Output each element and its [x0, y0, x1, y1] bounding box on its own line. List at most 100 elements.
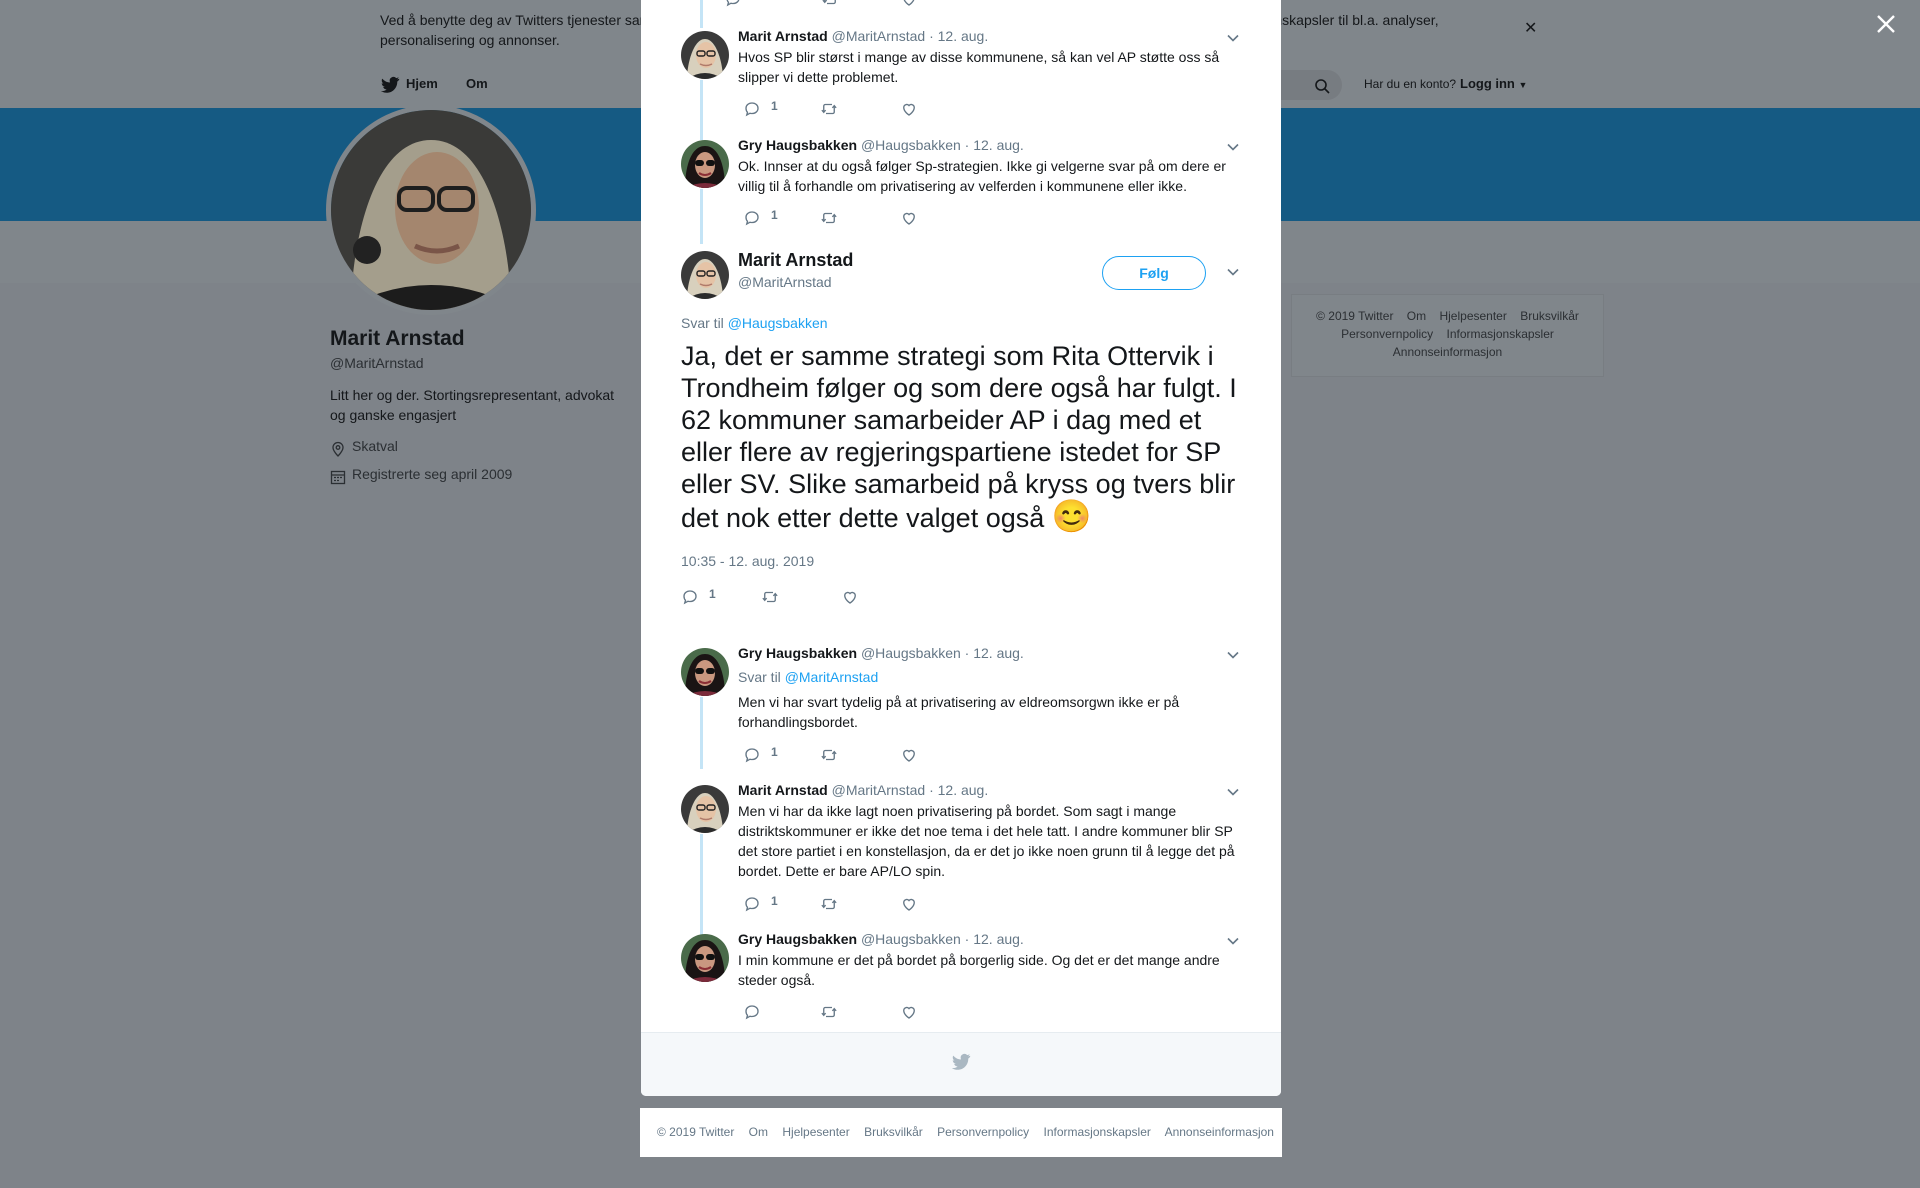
footer-link-privacy[interactable]: Personvernpolicy [937, 1125, 1029, 1139]
footer-link-cookies[interactable]: Informasjonskapsler [1044, 1125, 1151, 1139]
footer-link-help[interactable]: Hjelpesenter [1439, 309, 1506, 323]
like-icon [900, 209, 918, 227]
footer-link-ads-info[interactable]: Annonseinformasjon [1165, 1125, 1274, 1139]
author-name[interactable]: Gry Haugsbakken [738, 931, 857, 947]
author-handle[interactable]: @MaritArnstad [738, 274, 832, 290]
tweet-header: Gry Haugsbakken @Haugsbakken · 12. aug. [738, 137, 1024, 153]
smiling-face-emoji: 😊 [1051, 498, 1092, 534]
tweet-text: Men vi har da ikke lagt noen privatiseri… [738, 803, 1235, 879]
avatar[interactable] [681, 31, 729, 79]
reply-prefix: Svar til [738, 669, 781, 685]
tweet-text-content: Ja, det er samme strategi som Rita Otter… [681, 341, 1237, 533]
avatar[interactable] [681, 934, 729, 982]
footer-link-about[interactable]: Om [749, 1125, 768, 1139]
profile-name: Marit Arnstad [330, 327, 465, 350]
twitter-bird-icon [951, 1053, 971, 1071]
retweet-icon [820, 100, 838, 118]
tweet-text: I min kommune er det på bordet på borger… [738, 952, 1220, 988]
sidebar-footer: © 2019 Twitter Om Hjelpesenter Bruksvilk… [1291, 294, 1604, 377]
chevron-down-icon[interactable] [1226, 267, 1240, 277]
author-name[interactable]: Gry Haugsbakken [738, 645, 857, 661]
reply-icon [743, 100, 761, 118]
reply-mention-link[interactable]: @MaritArnstad [785, 669, 879, 685]
thread-line [700, 80, 703, 140]
like-icon [900, 895, 918, 913]
chevron-down-icon[interactable] [1226, 936, 1240, 946]
reply-prefix: Svar til [681, 315, 724, 331]
login-label: Logg inn [1460, 76, 1515, 91]
login-link[interactable]: Logg inn ▼ [1460, 76, 1527, 91]
retweet-icon [761, 588, 779, 606]
tweet-date[interactable]: · 12. aug. [965, 931, 1024, 947]
thread-line [700, 189, 703, 244]
chevron-down-icon[interactable] [1226, 787, 1240, 797]
tweet-header: Gry Haugsbakken @Haugsbakken · 12. aug. [738, 931, 1024, 947]
reply-count: 1 [771, 894, 778, 908]
footer-link-about[interactable]: Om [1407, 309, 1426, 323]
footer-link-terms[interactable]: Bruksvilkår [864, 1125, 923, 1139]
footer-copyright: © 2019 Twitter [1316, 309, 1394, 323]
author-handle[interactable]: @Haugsbakken [861, 137, 961, 153]
location-pin-icon [332, 441, 344, 457]
tweet-text: Ja, det er samme strategi som Rita Otter… [681, 340, 1241, 534]
close-modal-icon[interactable] [1874, 12, 1898, 36]
search-icon[interactable] [1314, 78, 1330, 94]
modal-footer [641, 1032, 1281, 1096]
follow-button[interactable]: Følg [1102, 256, 1206, 290]
like-icon [900, 1003, 918, 1021]
twitter-bird-icon[interactable] [380, 76, 400, 94]
like-icon [900, 0, 918, 8]
tweet-header: Marit Arnstad @MaritArnstad · 12. aug. [738, 782, 988, 798]
chevron-down-icon[interactable] [1226, 650, 1240, 660]
nav-about-link[interactable]: Om [466, 76, 488, 91]
author-handle[interactable]: @MaritArnstad [832, 28, 926, 44]
chevron-down-icon[interactable] [1226, 33, 1240, 43]
profile-bio: Litt her og der. Stortingsrepresentant, … [330, 387, 615, 423]
avatar[interactable] [681, 251, 729, 299]
tweet-date[interactable]: · 12. aug. [929, 28, 988, 44]
footer-link-privacy[interactable]: Personvernpolicy [1341, 327, 1433, 341]
retweet-icon [821, 0, 839, 8]
author-name[interactable]: Marit Arnstad [738, 28, 828, 44]
author-handle[interactable]: @Haugsbakken [861, 931, 961, 947]
author-handle[interactable]: @Haugsbakken [861, 645, 961, 661]
footer-link-cookies[interactable]: Informasjonskapsler [1447, 327, 1554, 341]
avatar[interactable] [681, 140, 729, 188]
author-name[interactable]: Gry Haugsbakken [738, 137, 857, 153]
reply-icon [743, 895, 761, 913]
reply-icon [681, 588, 699, 606]
author-handle[interactable]: @MaritArnstad [832, 782, 926, 798]
calendar-icon [330, 470, 346, 485]
tweet-timestamp[interactable]: 10:35 - 12. aug. 2019 [681, 553, 814, 569]
retweet-icon [820, 1003, 838, 1021]
retweet-icon [820, 746, 838, 764]
tweet-date[interactable]: · 12. aug. [965, 645, 1024, 661]
nav-home-link[interactable]: Hjem [406, 76, 438, 91]
tweet-text: Men vi har svart tydelig på at privatise… [738, 694, 1180, 730]
thread-line [700, 697, 703, 769]
tweet-date[interactable]: · 12. aug. [965, 137, 1024, 153]
avatar[interactable] [681, 785, 729, 833]
thread-line [700, 0, 703, 28]
reply-count: 1 [771, 208, 778, 222]
tweet-header: Gry Haugsbakken @Haugsbakken · 12. aug. [738, 645, 1024, 661]
tweet-text: Ok. Innser at du også følger Sp-strategi… [738, 158, 1226, 194]
profile-avatar[interactable] [326, 105, 536, 315]
footer-link-ads-info[interactable]: Annonseinformasjon [1393, 345, 1502, 359]
page-footer: © 2019 Twitter Om Hjelpesenter Bruksvilk… [640, 1108, 1282, 1157]
footer-link-help[interactable]: Hjelpesenter [782, 1125, 849, 1139]
like-icon [900, 746, 918, 764]
cookie-close-button[interactable]: ✕ [1524, 18, 1537, 38]
author-name[interactable]: Marit Arnstad [738, 250, 853, 271]
avatar[interactable] [681, 648, 729, 696]
reply-mention-link[interactable]: @Haugsbakken [728, 315, 828, 331]
profile-handle: @MaritArnstad [330, 355, 424, 371]
reply-context: Svar til @Haugsbakken [681, 315, 828, 331]
author-name[interactable]: Marit Arnstad [738, 782, 828, 798]
reply-count: 1 [709, 587, 716, 601]
chevron-down-icon[interactable] [1226, 142, 1240, 152]
profile-join-date: Registrerte seg april 2009 [352, 466, 513, 482]
caret-down-icon: ▼ [1518, 80, 1528, 90]
tweet-date[interactable]: · 12. aug. [929, 782, 988, 798]
footer-link-terms[interactable]: Bruksvilkår [1520, 309, 1579, 323]
